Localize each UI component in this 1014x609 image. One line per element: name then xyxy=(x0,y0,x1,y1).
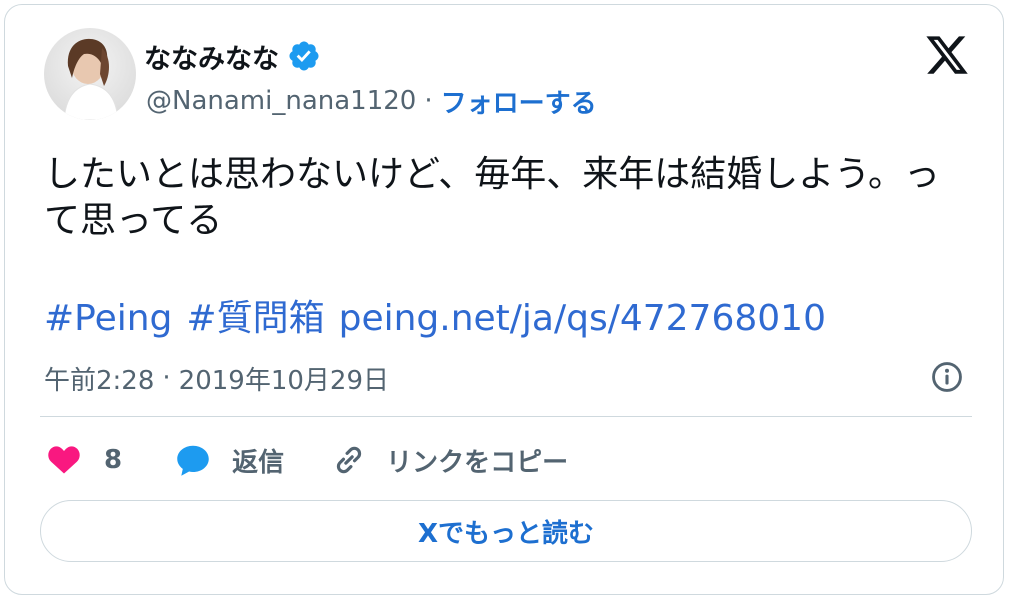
tweet-links: #Peing #質問箱 peing.net/ja/qs/472768010 xyxy=(44,296,826,342)
verified-badge-icon xyxy=(289,41,319,71)
copy-link-label: リンクをコピー xyxy=(386,447,569,478)
link-icon xyxy=(336,446,362,474)
tweet-time: 午前2:28 xyxy=(44,365,155,396)
like-count: 8 xyxy=(104,445,123,475)
author-name-row: ななみなな xyxy=(144,36,321,76)
separator-dot: · xyxy=(424,86,433,116)
reply-bubble-icon xyxy=(177,445,209,476)
reply-label: 返信 xyxy=(232,447,285,478)
heart-icon xyxy=(48,446,80,474)
hashtag-question-box[interactable]: #質問箱 xyxy=(186,296,324,342)
divider xyxy=(40,416,972,417)
read-more-label: Xでもっと読む xyxy=(417,518,595,549)
avatar[interactable] xyxy=(44,28,136,120)
reply-button[interactable]: 返信 xyxy=(174,442,284,479)
author-display-name[interactable]: ななみなな xyxy=(144,37,279,76)
tweet-timestamp[interactable]: 午前2:28 · 2019年10月29日 xyxy=(44,360,389,396)
like-button[interactable]: 8 xyxy=(44,442,122,478)
separator-dot: · xyxy=(162,363,171,393)
author-handle-row: @Nanami_nana1120 · フォローする xyxy=(146,83,597,120)
author-handle[interactable]: @Nanami_nana1120 xyxy=(146,86,416,116)
tweet-actions: 8 返信 リンクをコピー xyxy=(44,438,568,482)
read-more-on-x-button[interactable]: Xでもっと読む xyxy=(40,500,972,562)
avatar-image xyxy=(44,28,136,120)
follow-button[interactable]: フォローする xyxy=(441,83,597,120)
x-logo-icon[interactable] xyxy=(922,32,972,78)
hashtag-peing[interactable]: #Peing xyxy=(44,296,172,342)
external-link[interactable]: peing.net/ja/qs/472768010 xyxy=(339,296,826,342)
tweet-date: 2019年10月29日 xyxy=(178,365,389,396)
tweet-text: したいとは思わないけど、毎年、来年は結婚しよう。って思ってる xyxy=(44,154,941,241)
copy-link-button[interactable]: リンクをコピー xyxy=(330,441,568,479)
info-icon[interactable] xyxy=(930,360,964,394)
